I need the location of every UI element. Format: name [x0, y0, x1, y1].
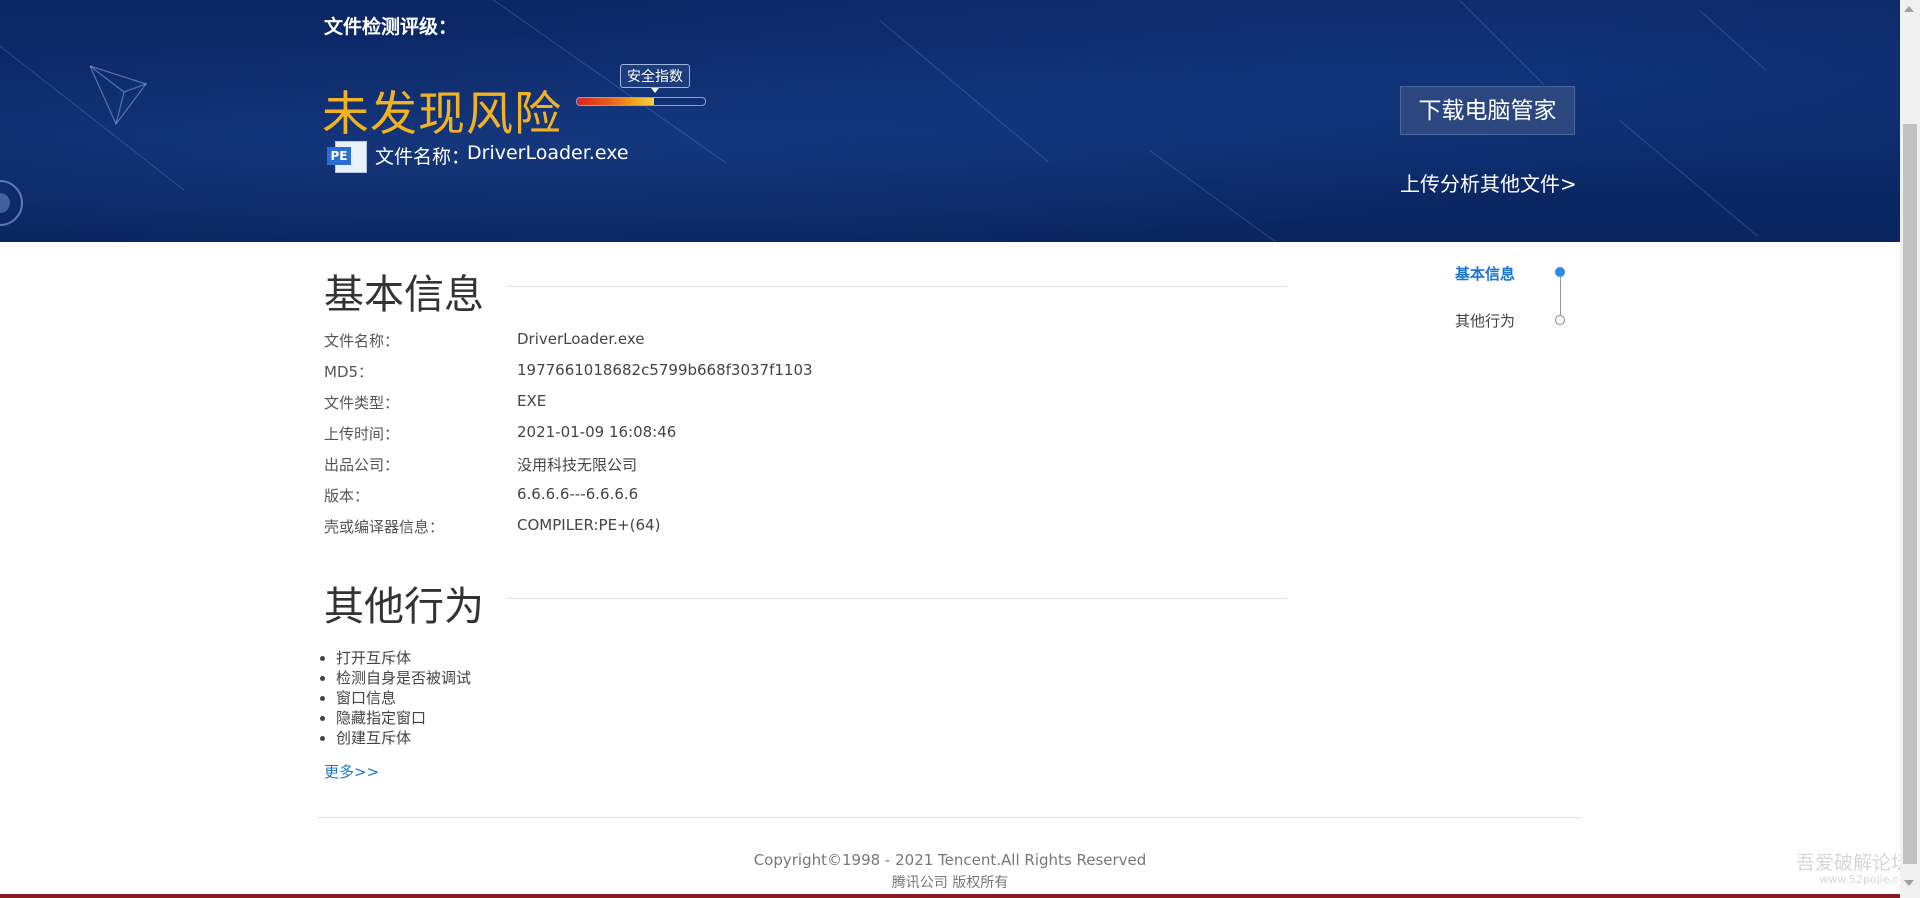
info-value: COMPILER:PE+(64): [517, 516, 661, 534]
behavior-item: 创建互斥体: [336, 728, 471, 748]
upload-other-file-link[interactable]: 上传分析其他文件>: [1400, 168, 1577, 197]
company-text: 腾讯公司 版权所有: [891, 875, 1009, 891]
behavior-item: 窗口信息: [336, 688, 471, 708]
copyright-text: Copyright©1998 - 2021 Tencent.All Rights…: [753, 851, 1147, 869]
info-value: 1977661018682c5799b668f3037f1103: [517, 361, 813, 379]
pe-file-icon: PE: [327, 141, 367, 173]
decorative-line: [1619, 120, 1758, 237]
safety-index-meter: 安全指数: [574, 64, 708, 110]
decorative-line: [879, 20, 1049, 163]
pe-file-icon-label: PE: [327, 147, 351, 165]
behavior-item: 检测自身是否被调试: [336, 668, 471, 688]
result-hero-banner: 文件检测评级： 未发现风险 安全指数 PE 文件名称： DriverLoader…: [0, 0, 1900, 242]
info-key: MD5：: [324, 363, 374, 381]
basic-info-title: 基本信息: [324, 272, 484, 318]
behavior-list: 打开互斥体 检测自身是否被调试 窗口信息 隐藏指定窗口 创建互斥体: [318, 648, 471, 748]
safety-index-badge: 安全指数: [620, 64, 690, 93]
side-nav-dot-active[interactable]: [1555, 267, 1565, 277]
side-nav-other-behaviors[interactable]: 其他行为: [1455, 310, 1515, 331]
safety-index-track: [576, 97, 706, 106]
info-value: 2021-01-09 16:08:46: [517, 423, 677, 441]
info-value: DriverLoader.exe: [517, 330, 645, 348]
scrollbar-thumb[interactable]: [1903, 124, 1917, 864]
more-behaviors-link[interactable]: 更多>>: [324, 761, 379, 782]
circle-decoration-icon: [0, 180, 23, 226]
section-divider: [506, 286, 1287, 287]
verdict-text: 未发现风险: [322, 87, 562, 142]
footer-divider: [318, 817, 1582, 818]
info-key: 出品公司：: [324, 456, 400, 474]
section-divider: [506, 598, 1287, 599]
other-behaviors-title: 其他行为: [324, 584, 484, 630]
side-nav-rail: [1560, 277, 1561, 315]
behavior-item: 打开互斥体: [336, 648, 471, 668]
watermark-line1: 吾爱破解论坛: [1796, 852, 1911, 874]
scroll-down-arrow-icon[interactable]: [1904, 880, 1914, 886]
paper-plane-icon: [89, 65, 147, 126]
info-value: 没用科技无限公司: [517, 456, 638, 474]
decorative-line: [1699, 10, 1767, 71]
safety-index-fill: [577, 98, 654, 105]
download-pc-manager-button[interactable]: 下载电脑管家: [1400, 86, 1575, 135]
rating-title: 文件检测评级：: [324, 16, 458, 38]
info-key: 上传时间：: [324, 425, 400, 443]
info-value: 6.6.6.6---6.6.6.6: [517, 485, 639, 503]
info-key: 文件类型：: [324, 394, 400, 412]
info-key: 版本：: [324, 487, 370, 505]
file-name-label: 文件名称：: [375, 146, 471, 168]
forum-watermark: 吾爱破解论坛 www.52pojie.cn: [1796, 848, 1911, 886]
scroll-up-arrow-icon[interactable]: [1904, 6, 1914, 12]
info-value: EXE: [517, 392, 547, 410]
decorative-line: [1459, 0, 1545, 86]
bottom-accent-bar: [0, 894, 1900, 898]
file-name-value: DriverLoader.exe: [467, 142, 629, 164]
side-nav-basic-info[interactable]: 基本信息: [1455, 263, 1515, 284]
decorative-line: [1149, 150, 1280, 242]
info-key: 壳或编译器信息：: [324, 518, 445, 536]
behavior-item: 隐藏指定窗口: [336, 708, 471, 728]
info-key: 文件名称：: [324, 332, 400, 350]
side-nav-dot-inactive[interactable]: [1555, 315, 1565, 325]
